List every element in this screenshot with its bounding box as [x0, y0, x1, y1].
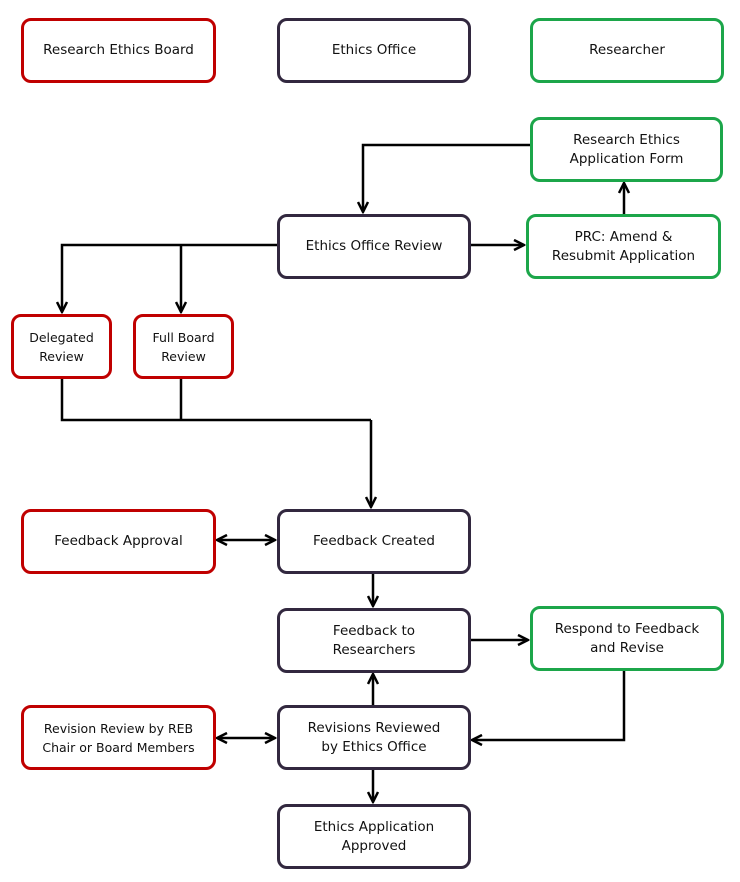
connector-form-to-review — [363, 143, 530, 212]
node-full-board-review: Full Board Review — [133, 314, 234, 379]
node-application-form: Research Ethics Application Form — [530, 117, 723, 182]
legend-researcher: Researcher — [530, 18, 724, 83]
node-revisions-reviewed: Revisions Reviewed by Ethics Office — [277, 705, 471, 770]
node-delegated-review: Delegated Review — [11, 314, 112, 379]
ethics-review-flowchart: Research Ethics Board Ethics Office Rese… — [0, 0, 740, 882]
node-application-approved: Ethics Application Approved — [277, 804, 471, 869]
legend-research-ethics-board: Research Ethics Board — [21, 18, 216, 83]
node-feedback-approval: Feedback Approval — [21, 509, 216, 574]
connector-respond-to-revisions — [472, 670, 626, 740]
connector-delegated-merge — [60, 378, 371, 422]
node-revision-review-reb: Revision Review by REB Chair or Board Me… — [21, 705, 216, 770]
node-feedback-created: Feedback Created — [277, 509, 471, 574]
connector-review-to-delegated — [62, 243, 277, 312]
node-respond-to-feedback: Respond to Feedback and Revise — [530, 606, 724, 671]
node-feedback-to-researchers: Feedback to Researchers — [277, 608, 471, 673]
legend-ethics-office: Ethics Office — [277, 18, 471, 83]
node-ethics-office-review: Ethics Office Review — [277, 214, 471, 279]
node-prc-amend-resubmit: PRC: Amend & Resubmit Application — [526, 214, 721, 279]
